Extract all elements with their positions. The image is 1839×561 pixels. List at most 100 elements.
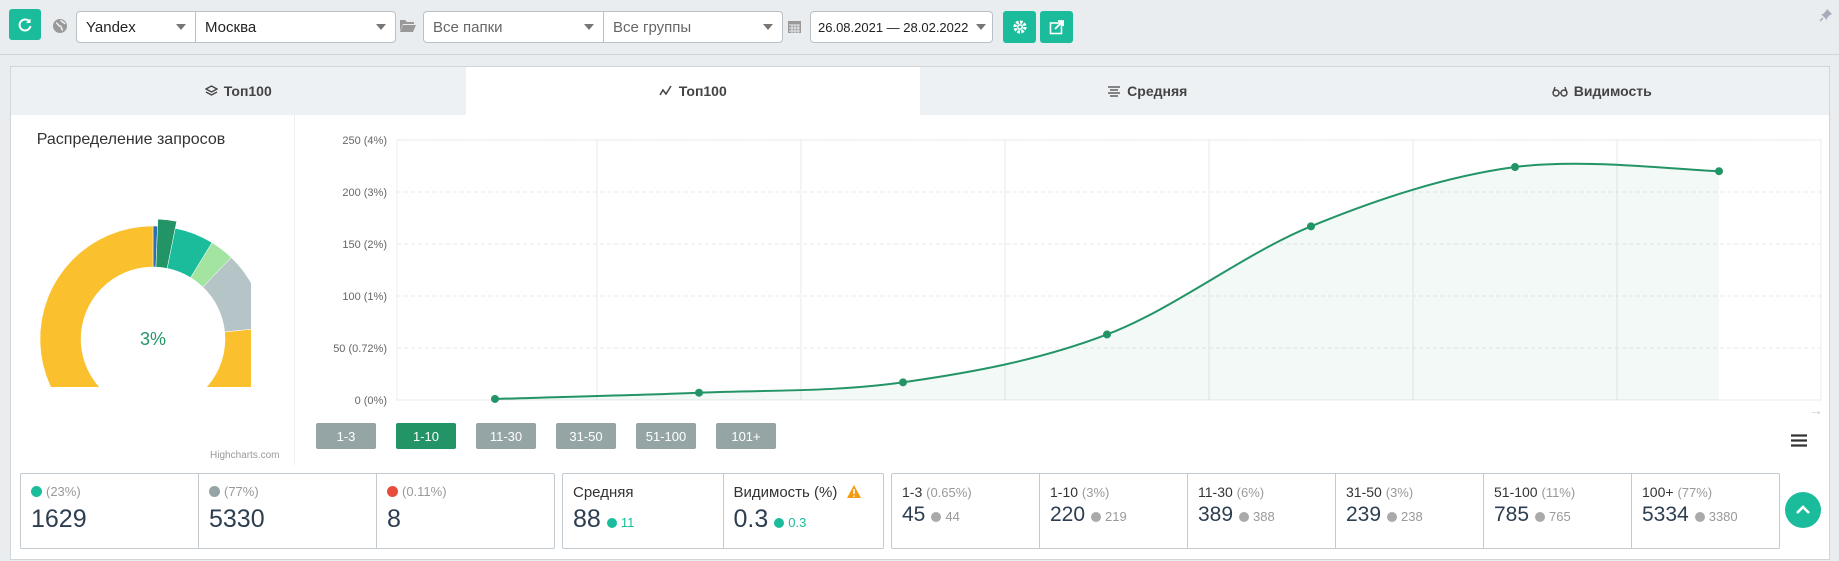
y-tick-label: 200 (3%): [342, 187, 387, 199]
scroll-to-top-button[interactable]: [1785, 492, 1821, 528]
warning-icon[interactable]: [846, 485, 861, 498]
range-pct: (3%): [1081, 485, 1110, 500]
range-button-101-plus[interactable]: 101+: [716, 423, 776, 449]
series-point-30.08.2021[interactable]: [491, 394, 499, 403]
stat-average: Средняя 88 11: [563, 474, 724, 548]
minus-circle-icon: [209, 486, 220, 497]
chevron-down-icon: [176, 24, 186, 30]
ranges-card: 1-3 (0.65%) 45 44 1-10 (3%) 220 219 11-30 …: [891, 473, 1780, 549]
stat-value: 88: [573, 505, 601, 533]
range-value: 220: [1050, 503, 1086, 526]
chevron-down-icon: [976, 24, 986, 30]
arrow-down-circle-icon: [387, 486, 398, 497]
range-prev: 238: [1401, 509, 1423, 524]
stat-unchanged: (77%) 5330: [199, 474, 377, 548]
range-button-11-30[interactable]: 11-30: [476, 423, 536, 449]
stat-visibility: Видимость (%) 0.3 0.3: [724, 474, 884, 548]
chevron-down-icon: [376, 24, 386, 30]
stat-up: (23%) 1629: [21, 474, 199, 548]
toolbar-divider: [0, 54, 1839, 55]
range-button-1-10[interactable]: 1-10: [396, 423, 456, 449]
pin-icon[interactable]: [1819, 8, 1833, 22]
groups-select[interactable]: Все группы: [603, 11, 783, 43]
stat-value: 1629: [31, 505, 87, 533]
arrow-up-circle-icon: [31, 486, 42, 497]
range-prev: 388: [1253, 509, 1275, 524]
scroll-right-arrow[interactable]: →: [1809, 402, 1823, 418]
y-tick-label: 150 (2%): [342, 239, 387, 251]
range-stat-31-50: 31-50 (3%) 239 238: [1336, 474, 1484, 548]
series-point-25.10.2021[interactable]: [899, 378, 907, 387]
range-pct: (77%): [1677, 485, 1713, 500]
stat-label: Средняя: [573, 484, 634, 501]
hamburger-menu-icon: [1791, 434, 1807, 447]
stat-delta: 0.3: [788, 515, 807, 530]
donut-center-label: 3%: [140, 329, 166, 349]
globe-icon: [52, 18, 68, 34]
arrow-up-circle-icon: [1387, 512, 1398, 522]
stat-down: (0.11%) 8: [377, 474, 554, 548]
range-prev: 219: [1105, 509, 1127, 524]
range-value: 5334: [1642, 503, 1689, 526]
tab-label: Топ100: [678, 83, 727, 99]
folder-icon: [399, 18, 417, 33]
stat-delta: 11: [620, 515, 635, 530]
groups-value: Все группы: [613, 18, 692, 36]
arrow-up-circle-icon: [931, 512, 942, 522]
range-prev: 3380: [1708, 509, 1738, 524]
range-value: 785: [1494, 503, 1530, 526]
chevron-down-icon: [763, 24, 773, 30]
arrow-up-circle-icon: [1239, 512, 1250, 522]
arrow-up-circle-icon: [1694, 512, 1705, 522]
chart-line-icon: [659, 85, 672, 96]
chart-menu-button[interactable]: [1791, 434, 1807, 447]
search-engine-select[interactable]: Yandex: [76, 11, 196, 43]
series-point-31.01.2022[interactable]: [1511, 163, 1519, 172]
highcharts-credit: Highcharts.com: [210, 450, 280, 461]
export-button[interactable]: [1040, 11, 1073, 43]
range-label: 1-3: [902, 484, 923, 500]
folders-select[interactable]: Все папки: [423, 11, 604, 43]
range-button-1-3[interactable]: 1-3: [316, 423, 376, 449]
arrow-up-circle-icon: [1535, 512, 1546, 522]
average-visibility-card: Средняя 88 11 Видимость (%) 0.3 0.3: [562, 473, 884, 549]
refresh-icon: [18, 18, 32, 31]
top100-line-chart: 0 (0%) 50 (0.72%) 100 (1%) 150 (2%) 200 (3%)…: [333, 135, 1822, 407]
refresh-button[interactable]: [9, 9, 41, 40]
series-area: [495, 163, 1719, 400]
range-stat-51-100: 51-100 (11%) 785 765: [1484, 474, 1632, 548]
range-label: 1-10: [1050, 484, 1079, 500]
chevron-down-icon: [584, 24, 594, 30]
series-point-28.02.2022[interactable]: [1715, 167, 1723, 176]
range-stat-1-3: 1-3 (0.65%) 45 44: [892, 474, 1040, 548]
position-change-card: (23%) 1629 (77%) 5330 (0.11%) 8: [20, 473, 555, 549]
range-stat-100-plus: 100+ (77%) 5334 3380: [1632, 474, 1779, 548]
range-button-31-50[interactable]: 31-50: [556, 423, 616, 449]
series-point-27.12.2021[interactable]: [1307, 222, 1315, 231]
glasses-icon: [1552, 86, 1568, 97]
stat-pct: (77%): [224, 484, 259, 499]
range-pct: (11%): [1541, 485, 1576, 500]
range-button-51-100[interactable]: 51-100: [636, 423, 696, 449]
folders-value: Все папки: [433, 18, 503, 36]
series-point-28.09.2021[interactable]: [695, 388, 703, 397]
date-range-select[interactable]: 26.08.2021 — 28.02.2022: [810, 11, 993, 43]
y-tick-label: 100 (1%): [342, 291, 387, 303]
arrow-up-circle-icon: [1091, 512, 1102, 522]
range-pct: (3%): [1385, 485, 1414, 500]
stat-pct: (0.11%): [402, 484, 447, 499]
y-tick-label: 50 (0.72%): [333, 343, 387, 355]
region-select[interactable]: Москва: [195, 11, 396, 43]
stat-pct: (23%): [46, 484, 81, 499]
range-value: 389: [1198, 503, 1234, 526]
y-tick-label: 0 (0%): [355, 395, 387, 407]
calendar-icon: [788, 19, 801, 33]
region-value: Москва: [205, 18, 257, 36]
tab-label: Средняя: [1127, 83, 1188, 99]
series-point-29.11.2021[interactable]: [1103, 330, 1111, 339]
range-pct: (0.65%): [926, 485, 972, 500]
layers-icon: [204, 85, 218, 96]
share-icon: [1049, 20, 1064, 35]
stat-value: 0.3: [733, 505, 769, 533]
settings-button[interactable]: [1003, 11, 1036, 43]
